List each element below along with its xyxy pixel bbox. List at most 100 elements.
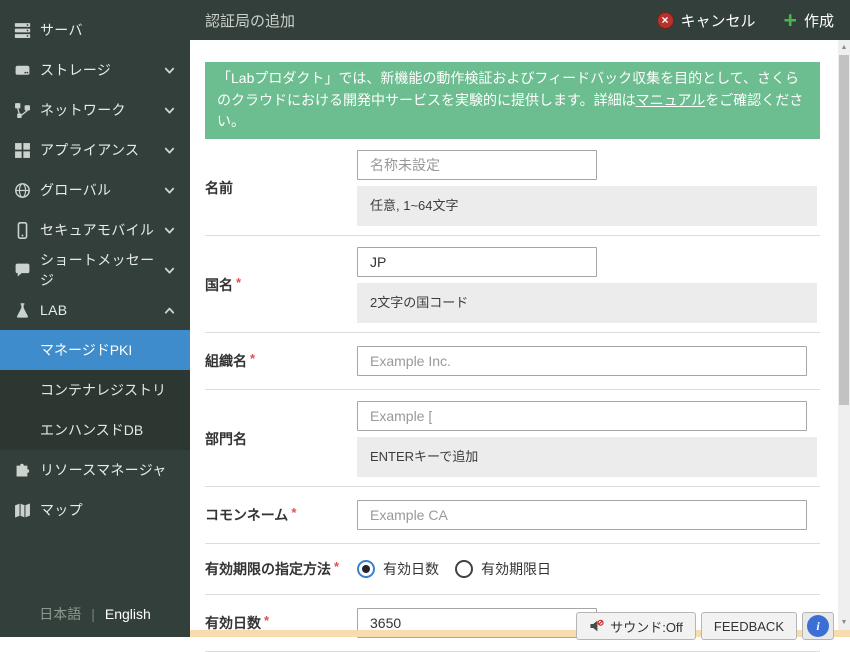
submenu-item-managed-pki[interactable]: マネージドPKI: [0, 330, 190, 370]
sidebar-item-map[interactable]: マップ: [0, 490, 190, 530]
field-label-department: 部門名: [205, 401, 357, 477]
sidebar-item-label: サーバ: [40, 22, 83, 38]
main-panel: 「Labプロダクト」では、新機能の動作検証およびフィードバック収集を目的として、…: [190, 40, 850, 652]
field-label-expiry-method: 有効期限の指定方法 *: [205, 559, 357, 579]
appliance-icon: [14, 142, 31, 159]
cancel-icon: ×: [656, 11, 674, 29]
sidebar-item-storage[interactable]: ストレージ: [0, 50, 190, 90]
sidebar-item-label: リソースマネージャ: [40, 462, 167, 478]
chevron-down-icon: [163, 264, 176, 277]
server-icon: [14, 22, 31, 39]
organization-input[interactable]: [357, 346, 807, 377]
sidebar-item-label: マップ: [40, 502, 83, 518]
sidebar-item-appliance[interactable]: アプライアンス: [0, 130, 190, 170]
plus-icon: +: [783, 7, 797, 33]
scrollbar[interactable]: ▲ ▼: [838, 40, 850, 637]
required-asterisk: *: [291, 504, 297, 520]
field-control-name: 任意, 1~64文字: [357, 150, 820, 227]
field-label-country: 国名 *: [205, 247, 357, 323]
globe-icon: [14, 182, 31, 199]
radio-button[interactable]: [455, 560, 473, 579]
manual-link[interactable]: マニュアル: [636, 92, 706, 108]
field-row-department: 部門名 ENTERキーで追加: [205, 390, 820, 488]
sidebar-nav: サーバストレージネットワーク アプライアンスグローバルセキュアモバイルショートメッ…: [0, 0, 190, 530]
field-row-organization: 組織名 *: [205, 333, 820, 391]
scrollbar-down-arrow[interactable]: ▼: [838, 618, 850, 628]
chevron-up-icon: [163, 304, 176, 317]
field-control-common-name: [357, 500, 820, 531]
ca-form: 名前任意, 1~64文字国名*2文字の国コード組織名*部門名ENTERキーで追加…: [205, 139, 820, 652]
field-row-common-name: コモンネーム *: [205, 487, 820, 545]
puzzle-icon: [14, 462, 31, 479]
mobile-icon: [14, 221, 31, 239]
submenu-item-label: コンテナレジストリ: [40, 382, 166, 398]
sidebar-item-label: ネットワーク: [40, 102, 126, 118]
storage-icon: [14, 62, 31, 79]
submenu-item-enhanced-db[interactable]: エンハンスドDB: [0, 410, 190, 450]
topbar-actions: × キャンセル + 作成: [656, 7, 834, 33]
chevron-down-icon: [163, 184, 176, 197]
field-label-common-name: コモンネーム *: [205, 500, 357, 530]
create-button[interactable]: + 作成: [783, 7, 834, 33]
name-input[interactable]: [357, 150, 597, 181]
field-label-text: コモンネーム: [205, 507, 289, 524]
footer-buttons: サウンド:Off FEEDBACK i: [576, 612, 834, 640]
chat-bubble-icon: [14, 262, 31, 279]
field-label-text: 有効期限の指定方法: [205, 561, 331, 578]
country-input[interactable]: [357, 247, 597, 278]
language-japanese[interactable]: 日本語: [39, 604, 81, 624]
lab-notice-banner: 「Labプロダクト」では、新機能の動作検証およびフィードバック収集を目的として、…: [205, 62, 820, 140]
sidebar-item-label: セキュアモバイル: [40, 222, 155, 238]
radio-option-expiry-method-0[interactable]: 有効日数: [357, 559, 439, 579]
language-english[interactable]: English: [105, 606, 151, 622]
submenu-item-label: エンハンスドDB: [40, 422, 144, 438]
sound-label: サウンド:Off: [610, 619, 683, 635]
network-icon: [14, 102, 31, 119]
scrollbar-thumb[interactable]: [839, 55, 849, 405]
flask-icon: [14, 302, 31, 319]
chevron-down-icon: [163, 104, 176, 117]
required-asterisk: *: [264, 612, 270, 628]
radio-option-label: 有効期限日: [481, 561, 551, 578]
chevron-down-icon: [163, 224, 176, 237]
sidebar-item-short-message[interactable]: ショートメッセージ: [0, 250, 190, 290]
submenu-item-container-registry[interactable]: コンテナレジストリ: [0, 370, 190, 410]
help-button[interactable]: i: [802, 612, 834, 640]
field-control-organization: [357, 346, 820, 377]
sidebar-item-server[interactable]: サーバ: [0, 10, 190, 50]
language-separator: |: [91, 606, 95, 622]
sidebar-item-network[interactable]: ネットワーク: [0, 90, 190, 130]
language-switcher: 日本語 | English: [0, 604, 190, 624]
cancel-label: キャンセル: [680, 12, 756, 30]
sidebar-item-label: アプライアンス: [40, 142, 140, 158]
radio-option-label: 有効日数: [383, 561, 439, 578]
radio-option-expiry-method-1[interactable]: 有効期限日: [455, 559, 551, 579]
map-icon: [14, 502, 31, 519]
sidebar-item-label: ストレージ: [40, 62, 112, 78]
sidebar-item-lab[interactable]: LAB: [0, 290, 190, 330]
required-asterisk: *: [334, 558, 340, 574]
field-helper-country: 2文字の国コード: [357, 283, 817, 324]
page-title: 認証局の追加: [205, 12, 296, 30]
info-icon: i: [807, 615, 829, 637]
feedback-button[interactable]: FEEDBACK: [700, 612, 797, 640]
common-name-input[interactable]: [357, 500, 807, 531]
required-asterisk: *: [236, 274, 242, 290]
sidebar-item-label: ショートメッセージ: [40, 252, 155, 288]
sound-button[interactable]: サウンド:Off: [576, 612, 696, 640]
scrollbar-up-arrow[interactable]: ▲: [838, 43, 850, 53]
submenu-item-label: マネージドPKI: [40, 342, 133, 358]
sidebar-item-global[interactable]: グローバル: [0, 170, 190, 210]
radio-group-expiry-method: 有効日数 有効期限日: [357, 559, 820, 579]
field-label-name: 名前: [205, 150, 357, 226]
field-row-name: 名前 任意, 1~64文字: [205, 139, 820, 237]
sidebar-item-secure-mobile[interactable]: セキュアモバイル: [0, 210, 190, 250]
department-input[interactable]: [357, 401, 807, 432]
topbar: 認証局の追加 × キャンセル + 作成: [190, 0, 850, 40]
cancel-button[interactable]: × キャンセル: [656, 10, 756, 31]
sidebar-item-resource-manager[interactable]: リソースマネージャ: [0, 450, 190, 490]
radio-button[interactable]: [357, 560, 375, 579]
field-label-text: 組織名: [205, 353, 247, 370]
chevron-down-icon: [163, 64, 176, 77]
field-control-country: 2文字の国コード: [357, 247, 820, 324]
